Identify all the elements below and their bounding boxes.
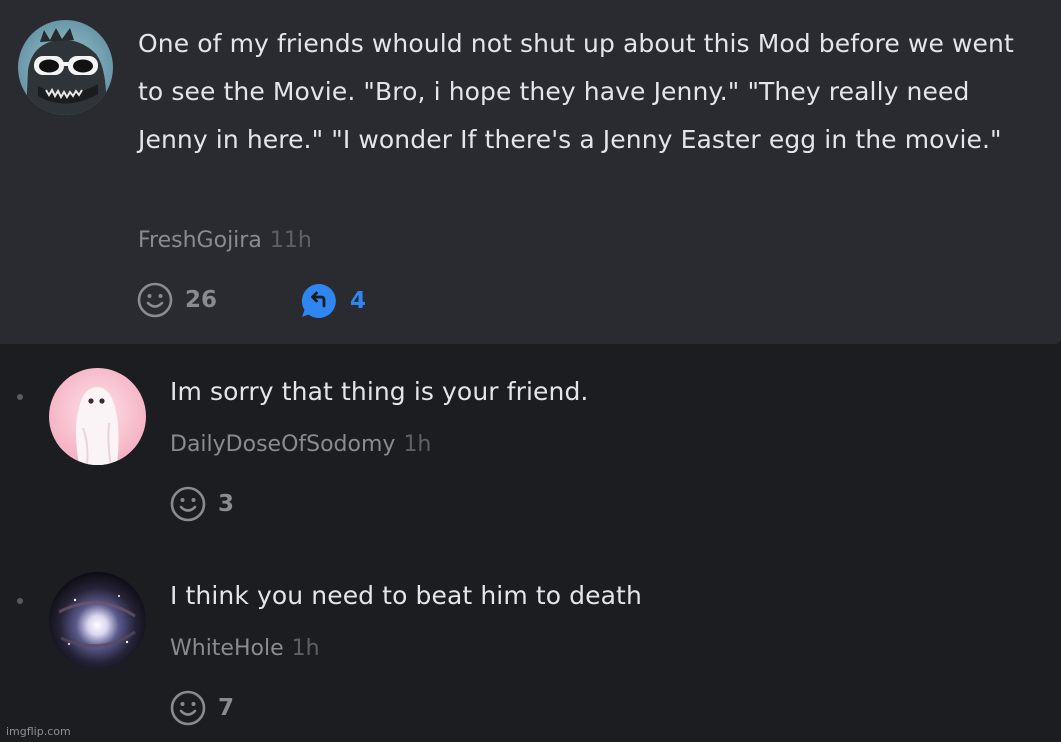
comment-text: Im sorry that thing is your friend. — [170, 377, 589, 406]
like-count: 7 — [218, 695, 235, 721]
comment-meta: FreshGojira 11h — [138, 228, 312, 254]
timestamp: 1h — [291, 636, 320, 661]
timestamp: 11h — [269, 228, 312, 253]
timestamp: 1h — [403, 432, 432, 457]
comment-meta: DailyDoseOfSodomy 1h — [170, 432, 431, 458]
smiley-icon — [170, 486, 206, 522]
like-button[interactable]: 3 — [170, 486, 234, 522]
like-button[interactable]: 26 — [137, 282, 217, 318]
thread-bullet — [17, 598, 23, 604]
comment-text: I think you need to beat him to death — [170, 581, 642, 610]
comment-thread: One of my friends whould not shut up abo… — [0, 0, 1061, 742]
avatar[interactable] — [49, 368, 146, 465]
like-count: 26 — [185, 287, 218, 313]
comment-text: One of my friends whould not shut up abo… — [138, 29, 1014, 154]
author-name[interactable]: DailyDoseOfSodomy — [170, 432, 395, 457]
like-count: 3 — [218, 491, 235, 517]
smiley-icon — [170, 690, 206, 726]
watermark: imgflip.com — [6, 725, 71, 738]
like-button[interactable]: 7 — [170, 690, 234, 726]
ghost-avatar-icon — [49, 368, 146, 465]
thread-bullet — [17, 394, 23, 400]
reply-count: 4 — [350, 288, 367, 314]
avatar[interactable] — [49, 572, 146, 669]
reply-bubble-icon — [301, 283, 336, 318]
parent-comment: One of my friends whould not shut up abo… — [0, 0, 1061, 344]
reply-button[interactable]: 4 — [300, 282, 366, 320]
godzilla-sunglasses-avatar-icon — [18, 20, 113, 115]
author-name[interactable]: WhiteHole — [170, 636, 284, 661]
author-name[interactable]: FreshGojira — [138, 228, 262, 253]
smiley-icon — [137, 282, 173, 318]
avatar[interactable] — [18, 20, 113, 115]
galaxy-avatar-icon — [49, 572, 146, 669]
comment-meta: WhiteHole 1h — [170, 636, 320, 662]
